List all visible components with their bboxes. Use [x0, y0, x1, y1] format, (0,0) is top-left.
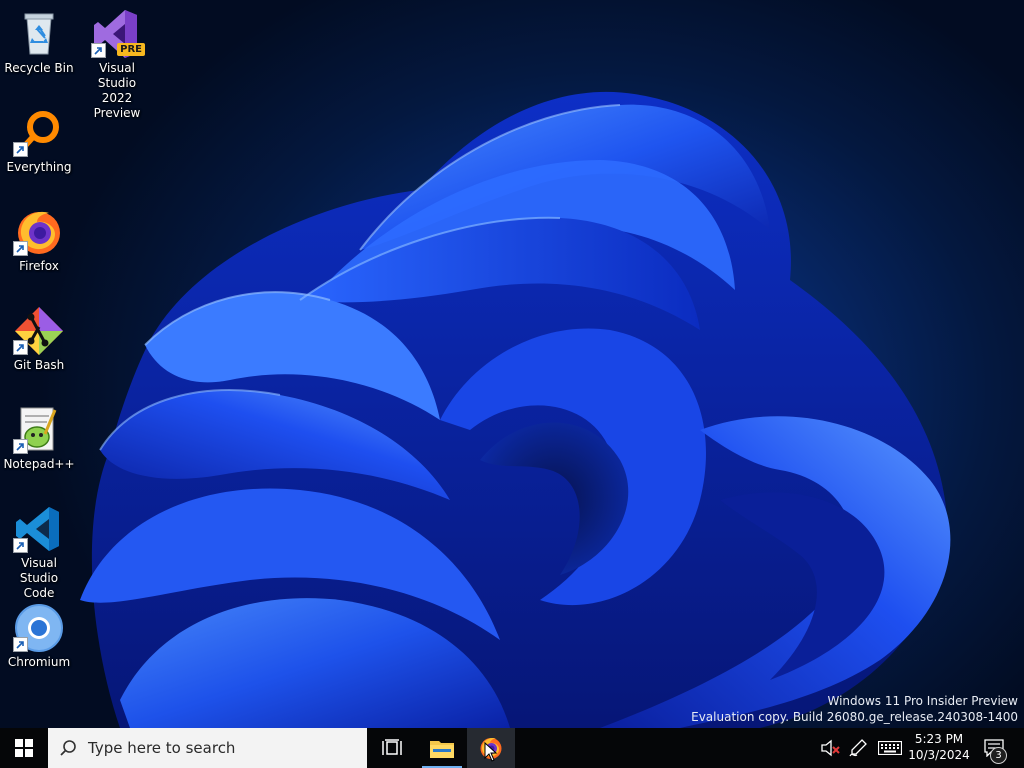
- shortcut-arrow-icon: [13, 439, 28, 454]
- visual-studio-icon: PRE: [91, 8, 145, 60]
- shortcut-arrow-icon: [91, 43, 106, 58]
- desktop-icon-recycle-bin[interactable]: Recycle Bin: [1, 8, 77, 76]
- file-explorer-button[interactable]: [419, 728, 465, 768]
- search-icon: [48, 739, 88, 757]
- volume-button[interactable]: [818, 728, 842, 768]
- shortcut-arrow-icon: [13, 142, 28, 157]
- recycle-bin-icon: [13, 8, 65, 60]
- notification-count-badge: 3: [990, 747, 1007, 764]
- chromium-icon: [13, 602, 65, 654]
- vscode-icon: [13, 503, 65, 555]
- pen-workspace-button[interactable]: [846, 728, 870, 768]
- clock[interactable]: 5:23 PM 10/3/2024: [906, 731, 972, 763]
- firefox-taskbar-button[interactable]: [467, 728, 515, 768]
- desktop-icon-label: Chromium: [7, 655, 71, 669]
- clock-time: 5:23 PM: [914, 732, 964, 746]
- task-view-button[interactable]: [368, 728, 416, 768]
- touch-keyboard-button[interactable]: [876, 728, 904, 768]
- start-icon: [15, 739, 33, 757]
- desktop-icon-label-line1: Visual Studio: [97, 61, 137, 90]
- desktop-icon-label: Notepad++: [3, 457, 75, 471]
- shortcut-arrow-icon: [13, 241, 28, 256]
- desktop-icon-label: Git Bash: [13, 358, 65, 372]
- desktop-icon-git-bash[interactable]: Git Bash: [1, 305, 77, 373]
- desktop-icon-label: Everything: [6, 160, 72, 174]
- desktop-icon-label-line2: 2022 Preview: [93, 91, 141, 120]
- watermark-edition: Windows 11 Pro Insider Preview: [827, 694, 1018, 708]
- desktop-icon-visual-studio[interactable]: PRE Visual Studio 2022 Preview: [79, 8, 155, 121]
- mouse-cursor-icon: [484, 742, 498, 762]
- desktop-icon-label: Firefox: [19, 259, 59, 273]
- taskbar-search-box[interactable]: Type here to search: [48, 728, 367, 768]
- search-placeholder: Type here to search: [88, 739, 236, 757]
- shortcut-arrow-icon: [13, 538, 28, 553]
- watermark-build: Evaluation copy. Build 26080.ge_release.…: [691, 710, 1018, 724]
- desktop-icon-label-line2: Code: [23, 586, 55, 600]
- notepad-plus-plus-icon: [13, 404, 65, 456]
- desktop-icon-vscode[interactable]: Visual Studio Code: [1, 503, 77, 601]
- file-explorer-icon: [430, 741, 454, 758]
- start-button[interactable]: [0, 728, 48, 768]
- volume-muted-icon: [821, 739, 840, 757]
- preview-badge: PRE: [117, 43, 145, 56]
- git-bash-icon: [13, 305, 65, 357]
- desktop-icon-chromium[interactable]: Chromium: [1, 602, 77, 670]
- clock-date: 10/3/2024: [908, 748, 970, 762]
- shortcut-arrow-icon: [13, 340, 28, 355]
- shortcut-arrow-icon: [13, 637, 28, 652]
- desktop-icon-label-line1: Visual Studio: [19, 556, 59, 585]
- pen-icon: [849, 739, 867, 757]
- firefox-icon: [13, 206, 65, 258]
- desktop: Recycle Bin Everything Firefox Git Bash …: [0, 0, 1024, 728]
- desktop-icon-notepad-plus-plus[interactable]: Notepad++: [1, 404, 77, 472]
- desktop-icon-everything[interactable]: Everything: [1, 107, 77, 175]
- task-view-icon: [382, 739, 402, 755]
- desktop-icon-label: Recycle Bin: [4, 61, 74, 75]
- desktop-icon-firefox[interactable]: Firefox: [1, 206, 77, 274]
- evaluation-watermark: Windows 11 Pro Insider Preview Evaluatio…: [691, 693, 1018, 725]
- taskbar: Type here to search 5:23 PM 10/3/2024: [0, 728, 1024, 768]
- keyboard-icon: [878, 741, 902, 755]
- everything-icon: [13, 107, 65, 159]
